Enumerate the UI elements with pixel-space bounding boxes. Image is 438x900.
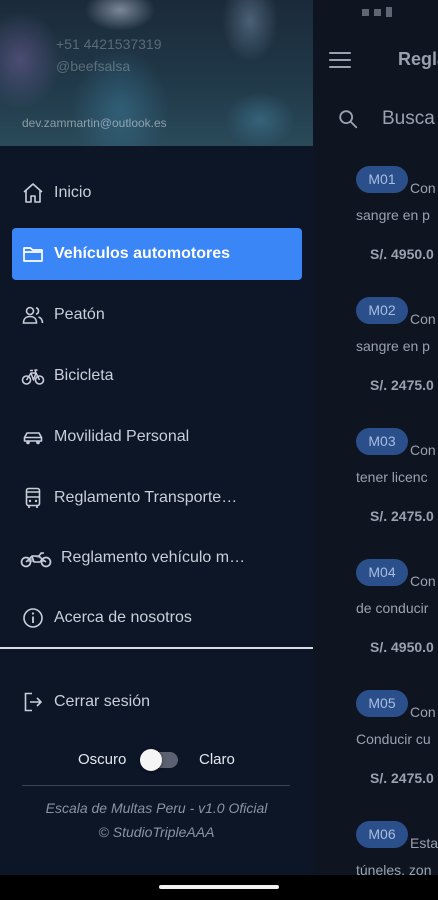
system-navigation-bar <box>0 875 438 900</box>
fine-title: Esta <box>410 835 438 851</box>
header-phone: +51 4421537319 <box>56 36 162 52</box>
nav-item-reglamento-transporte[interactable]: Reglamento Transporte… <box>12 472 302 524</box>
logout-icon <box>21 690 45 714</box>
nav-item-bicicleta[interactable]: Bicicleta <box>12 350 302 402</box>
fine-title: Con <box>410 442 436 458</box>
bicycle-icon <box>21 364 45 388</box>
search-icon[interactable] <box>337 108 359 130</box>
version-text: Escala de Multas Peru - v1.0 Oficial <box>45 800 268 816</box>
nav-item-peaton[interactable]: Peatón <box>12 289 302 341</box>
logout-label: Cerrar sesión <box>54 693 151 710</box>
drawer-divider <box>0 647 313 649</box>
bus-icon <box>21 486 45 510</box>
fine-code-chip: M06 <box>356 821 408 848</box>
home-icon <box>21 181 45 205</box>
nav-item-label: Peatón <box>54 306 105 323</box>
car-icon <box>21 425 45 449</box>
nav-item-label: Movilidad Personal <box>54 428 190 445</box>
fine-amount: S/. 2475.0 <box>370 377 434 393</box>
nav-item-label: Acerca de nosotros <box>54 609 192 626</box>
fine-item[interactable]: M06 Esta túneles, zon <box>313 805 438 875</box>
fine-item[interactable]: M04 Con de conducir S/. 4950.0 <box>313 543 438 674</box>
motorcycle-icon <box>20 546 52 570</box>
menu-icon[interactable] <box>329 52 351 68</box>
status-bar <box>312 0 438 28</box>
navigation-drawer: +51 4421537319 @beefsalsa dev.zammartin@… <box>0 0 313 875</box>
search-input[interactable] <box>382 104 438 134</box>
fine-list: M01 Con sangre en p S/. 4950.0 M02 Con s… <box>313 150 438 875</box>
fine-item[interactable]: M03 Con tener licenc S/. 2475.0 <box>313 412 438 543</box>
nav-item-label: Reglamento Transporte… <box>54 489 238 506</box>
nav-item-label: Vehículos automotores <box>54 245 231 262</box>
fine-item[interactable]: M05 Con Conducir cu S/. 2475.0 <box>313 674 438 805</box>
theme-toggle-thumb <box>140 749 162 771</box>
fine-item[interactable]: M01 Con sangre en p S/. 4950.0 <box>313 150 438 281</box>
people-icon <box>21 303 45 327</box>
logout-button[interactable]: Cerrar sesión <box>12 676 302 728</box>
fine-description: de conducir <box>356 600 429 616</box>
fine-item[interactable]: M02 Con sangre en p S/. 2475.0 <box>313 281 438 412</box>
nav-item-label: Inicio <box>54 184 92 201</box>
drawer-header: +51 4421537319 @beefsalsa dev.zammartin@… <box>0 0 313 146</box>
info-icon <box>21 606 45 630</box>
fine-description: túneles, zon <box>356 862 432 875</box>
fine-amount: S/. 2475.0 <box>370 508 434 524</box>
nav-item-label: Bicicleta <box>54 367 114 384</box>
fine-code-chip: M04 <box>356 559 408 586</box>
fine-amount: S/. 2475.0 <box>370 770 434 786</box>
copyright-text: © StudioTripleAAA <box>98 824 215 840</box>
fine-description: Conducir cu <box>356 731 431 747</box>
nav-item-vehiculos-automotores[interactable]: Vehículos automotores <box>12 228 302 280</box>
fine-title: Con <box>410 704 436 720</box>
app-bar-title: Regla <box>398 49 438 69</box>
footer-divider <box>22 785 290 786</box>
fine-amount: S/. 4950.0 <box>370 639 434 655</box>
nav-item-acerca-de-nosotros[interactable]: Acerca de nosotros <box>12 592 302 644</box>
fine-code-chip: M03 <box>356 428 408 455</box>
header-handle: @beefsalsa <box>56 58 131 74</box>
header-email: dev.zammartin@outlook.es <box>22 116 167 130</box>
fine-description: sangre en p <box>356 338 430 354</box>
home-indicator[interactable] <box>159 885 279 889</box>
fine-code-chip: M02 <box>356 297 408 324</box>
nav-item-inicio[interactable]: Inicio <box>12 167 302 219</box>
fine-code-chip: M01 <box>356 166 408 193</box>
fine-title: Con <box>410 573 436 589</box>
theme-dark-label: Oscuro <box>78 751 127 768</box>
fine-description: tener licenc <box>356 469 428 485</box>
fine-amount: S/. 4950.0 <box>370 246 434 262</box>
fine-title: Con <box>410 311 436 327</box>
theme-toggle[interactable] <box>140 749 178 771</box>
search-bar <box>313 100 438 140</box>
app-bar: Regla <box>313 36 438 84</box>
folder-icon <box>21 242 45 266</box>
fine-description: sangre en p <box>356 207 430 223</box>
nav-item-movilidad-personal[interactable]: Movilidad Personal <box>12 411 302 463</box>
theme-light-label: Claro <box>199 751 235 768</box>
nav-item-reglamento-vehiculo-menor[interactable]: Reglamento vehículo m… <box>12 532 302 584</box>
fine-code-chip: M05 <box>356 690 408 717</box>
theme-switch-row: Oscuro Claro <box>0 745 313 775</box>
status-icons <box>362 7 392 17</box>
fine-title: Con <box>410 180 436 196</box>
nav-item-label: Reglamento vehículo m… <box>61 549 246 566</box>
